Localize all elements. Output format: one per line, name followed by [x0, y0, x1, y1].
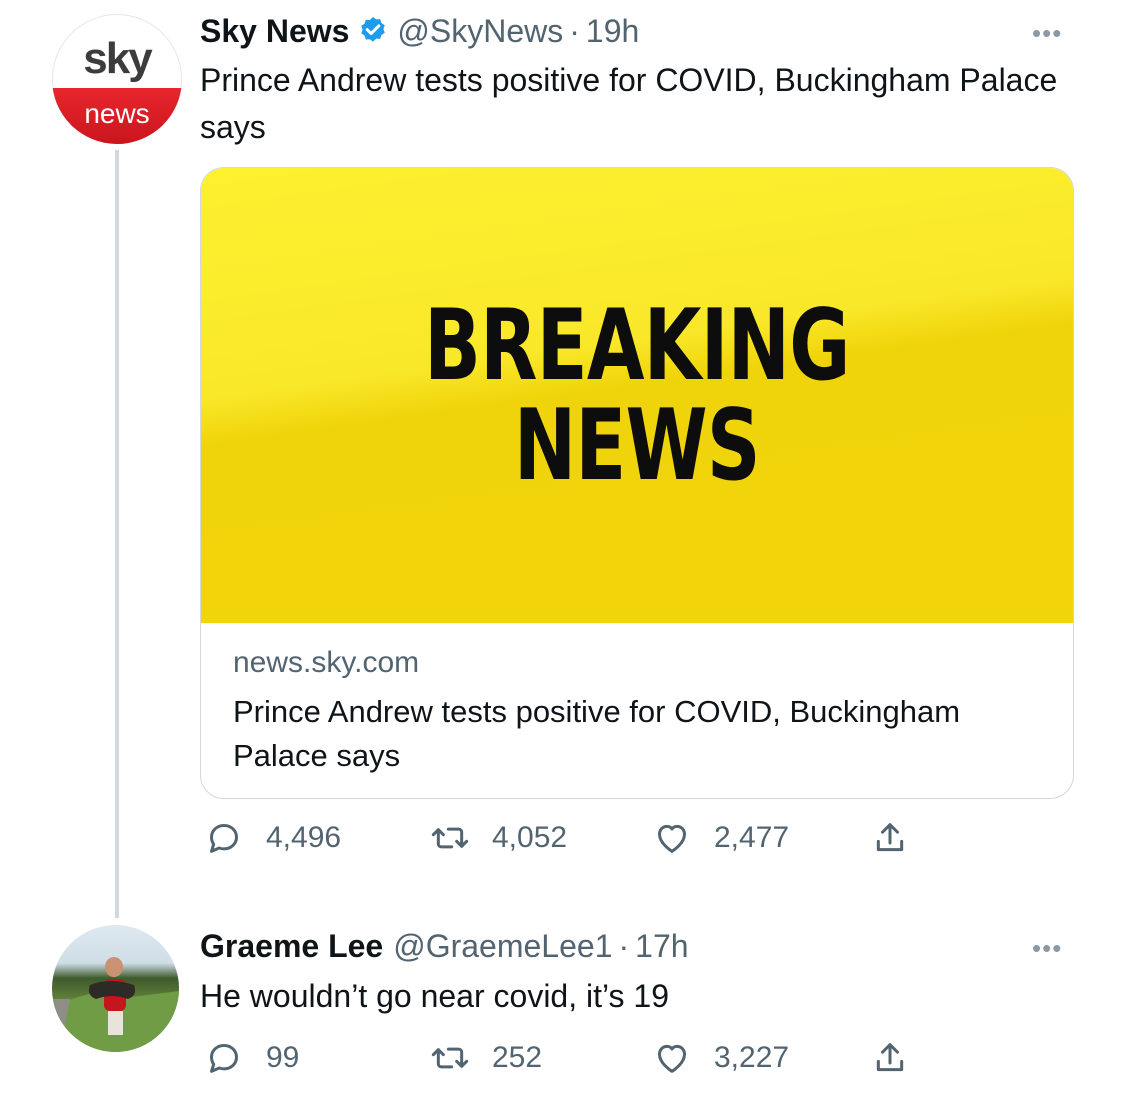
heart-icon — [658, 1044, 686, 1073]
heart-icon — [658, 824, 686, 853]
reply-timestamp[interactable]: 17h — [635, 928, 688, 965]
retweet-icon — [431, 1047, 469, 1069]
reply-icon — [210, 824, 238, 853]
reply-more-options-icon[interactable]: ••• — [1032, 933, 1062, 964]
reply-author-handle[interactable]: @GraemeLee1 — [393, 928, 612, 965]
reply-header: Graeme Lee @GraemeLee1 · 17h — [200, 923, 689, 969]
like-button[interactable]: 2,477 — [652, 818, 789, 858]
author-name[interactable]: Sky News — [200, 13, 349, 50]
share-icon — [876, 1043, 904, 1072]
avatar-photo — [52, 957, 179, 1052]
reply-retweet-button[interactable]: 252 — [430, 1038, 542, 1078]
reply-retweet-count: 252 — [492, 1041, 543, 1074]
tweet-text: Prince Andrew tests positive for COVID, … — [200, 62, 1058, 145]
reply-reply-count: 99 — [266, 1041, 300, 1074]
share-icon — [876, 823, 904, 852]
reply-text: He wouldn’t go near covid, it’s 19 — [200, 978, 670, 1014]
breaking-image-line-2: NEWS — [514, 388, 761, 503]
retweet-icon — [431, 827, 469, 849]
more-options-icon[interactable]: ••• — [1032, 18, 1062, 49]
like-count: 2,477 — [714, 821, 790, 854]
reply-like-button[interactable]: 3,227 — [652, 1038, 789, 1078]
avatar-sky-text: sky — [83, 34, 152, 83]
card-title: Prince Andrew tests positive for COVID, … — [233, 694, 961, 773]
link-card[interactable]: BREAKING NEWS news.sky.com Prince Andrew… — [200, 167, 1074, 799]
reply-icon — [210, 1044, 238, 1073]
breaking-image-line-1: BREAKING — [424, 288, 850, 403]
sky-news-avatar[interactable]: sky news — [52, 14, 182, 144]
reply-header-separator: · — [618, 927, 630, 964]
reply-like-count: 3,227 — [714, 1041, 790, 1074]
retweet-count: 4,052 — [492, 821, 568, 854]
retweet-button[interactable]: 4,052 — [430, 818, 567, 858]
reply-button[interactable]: 4,496 — [204, 818, 341, 858]
tweet-header: Sky News @SkyNews · 19h — [200, 8, 639, 54]
verified-badge-icon — [357, 15, 389, 47]
reply-count: 4,496 — [266, 821, 342, 854]
card-domain: news.sky.com — [233, 646, 420, 679]
avatar-news-text: news — [52, 88, 182, 144]
graeme-lee-avatar[interactable] — [52, 925, 179, 1052]
thread-line — [115, 150, 119, 918]
author-handle[interactable]: @SkyNews — [397, 13, 563, 50]
share-button[interactable] — [870, 818, 932, 858]
reply-reply-button[interactable]: 99 — [204, 1038, 299, 1078]
tweet-timestamp[interactable]: 19h — [586, 13, 639, 50]
reply-share-button[interactable] — [870, 1038, 932, 1078]
header-separator: · — [569, 12, 580, 49]
reply-author-name[interactable]: Graeme Lee — [200, 928, 383, 965]
breaking-news-image: BREAKING NEWS — [201, 168, 1073, 623]
